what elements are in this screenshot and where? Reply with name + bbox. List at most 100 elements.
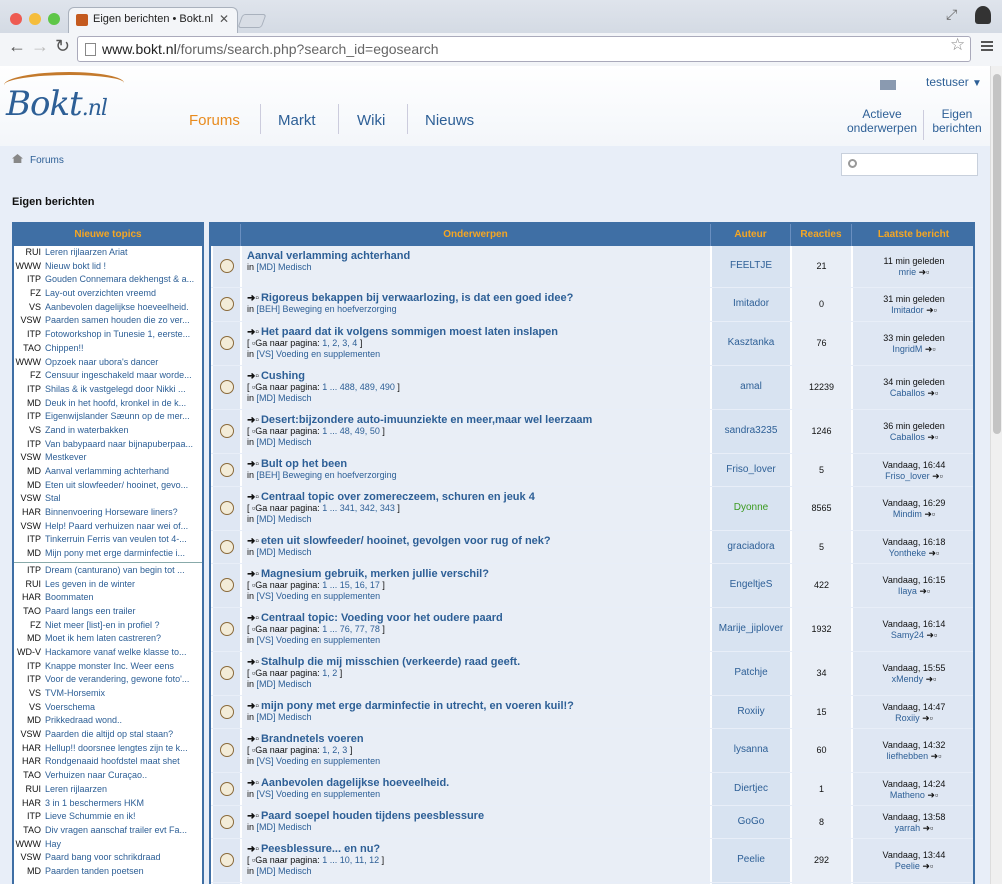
sidebar-item[interactable]: VS Voerschema <box>14 701 202 715</box>
page-scrollbar[interactable] <box>990 66 1002 884</box>
sidebar-item-title[interactable]: Eten uit slowfeeder/ hooinet, gevo... <box>45 480 188 490</box>
sidebar-item[interactable]: VS Aanbevolen dagelijkse hoeveelheid. <box>14 301 202 315</box>
profile-icon[interactable] <box>975 6 991 24</box>
page-links[interactable]: 1, 2 <box>322 668 337 678</box>
sidebar-item[interactable]: TAO Div vragen aanschaf trailer evt Fa... <box>14 824 202 838</box>
sidebar-item-title[interactable]: Eigenwijslander Sæunn op de mer... <box>45 411 190 421</box>
newest-post-icon[interactable]: ➜▫ <box>247 415 259 426</box>
sidebar-item[interactable]: ITP Lieve Schummie en ik! <box>14 810 202 824</box>
sidebar-item-title[interactable]: Stal <box>45 493 61 503</box>
newest-post-icon[interactable]: ➜▫ <box>247 371 259 382</box>
topic-title-link[interactable]: Magnesium gebruik, merken jullie verschi… <box>261 568 489 580</box>
sidebar-item[interactable]: WD-V Hackamore vanaf welke klasse to... <box>14 646 202 660</box>
newest-post-icon[interactable]: ➜▫ <box>247 293 259 304</box>
sidebar-item[interactable]: ITP Fotoworkshop in Tunesie 1, eerste... <box>14 328 202 342</box>
topic-title-link[interactable]: eten uit slowfeeder/ hooinet, gevolgen v… <box>261 535 551 547</box>
author-link[interactable]: sandra3235 <box>710 410 790 453</box>
go-to-post-icon[interactable]: ➜▫ <box>927 388 938 398</box>
nav-nieuws[interactable]: Nieuws <box>425 112 474 129</box>
sidebar-item[interactable]: VSW Paarden samen houden die zo ver... <box>14 314 202 328</box>
last-post-author[interactable]: Samy24 <box>891 630 924 640</box>
sidebar-item-title[interactable]: 3 in 1 beschermers HKM <box>45 798 144 808</box>
author-link[interactable]: Imitador <box>710 288 790 321</box>
author-link[interactable]: FEELTJE <box>710 246 790 287</box>
topic-title-link[interactable]: Cushing <box>261 370 305 382</box>
sidebar-item[interactable]: TAO Verhuizen naar Curaçao.. <box>14 769 202 783</box>
go-to-post-icon[interactable]: ➜▫ <box>919 267 930 277</box>
newest-post-icon[interactable]: ➜▫ <box>247 778 259 789</box>
user-menu[interactable]: testuser ▼ <box>926 75 982 89</box>
sidebar-item[interactable]: ITP Eigenwijslander Sæunn op de mer... <box>14 410 202 424</box>
sidebar-item-title[interactable]: Hellup!! doorsnee lengtes zijn te k... <box>45 743 188 753</box>
topic-title-link[interactable]: Aanval verlamming achterhand <box>247 250 410 262</box>
forum-link[interactable]: [MD] Medisch <box>257 866 312 876</box>
sidebar-item-title[interactable]: Moet ik hem laten castreren? <box>45 633 161 643</box>
page-links[interactable]: 1 ... 488, 489, 490 <box>322 382 395 392</box>
sidebar-item-title[interactable]: Mijn pony met erge darminfectie i... <box>45 548 185 558</box>
sidebar-item-title[interactable]: Rondgenaaid hoofdstel maat shet <box>45 756 180 766</box>
go-to-post-icon[interactable]: ➜▫ <box>924 509 935 519</box>
author-link[interactable]: Diertjec <box>710 773 790 805</box>
sidebar-item-title[interactable]: Voerschema <box>45 702 95 712</box>
sidebar-item[interactable]: WWW Hay <box>14 838 202 852</box>
sidebar-item[interactable]: MD Eten uit slowfeeder/ hooinet, gevo... <box>14 479 202 493</box>
sidebar-item-title[interactable]: Prikkedraad wond.. <box>45 715 122 725</box>
sidebar-item[interactable]: VS Zand in waterbakken <box>14 424 202 438</box>
sidebar-item-title[interactable]: Voor de verandering, gewone foto'... <box>45 674 189 684</box>
go-to-post-icon[interactable]: ➜▫ <box>929 548 940 558</box>
sidebar-item[interactable]: ITP Shilas & ik vastgelegd door Nikki ... <box>14 383 202 397</box>
sidebar-item[interactable]: FZ Censuur ingeschakeld maar worde... <box>14 369 202 383</box>
newest-post-icon[interactable]: ➜▫ <box>247 613 259 624</box>
sidebar-item-title[interactable]: Tinkerruin Ferris van veulen tot 4-... <box>45 534 187 544</box>
sidebar-item-title[interactable]: Help! Paard verhuizen naar wei of... <box>45 521 188 531</box>
sidebar-item[interactable]: VSW Paarden die altijd op stal staan? <box>14 728 202 742</box>
sidebar-item[interactable]: HAR Hellup!! doorsnee lengtes zijn te k..… <box>14 742 202 756</box>
page-links[interactable]: 1, 2, 3, 4 <box>322 338 357 348</box>
sidebar-item[interactable]: VSW Mestkever <box>14 451 202 465</box>
sidebar-item-title[interactable]: Knappe monster Inc. Weer eens <box>45 661 174 671</box>
active-topics-link[interactable]: Actieve onderwerpen <box>847 107 917 135</box>
last-post-author[interactable]: xMendy <box>892 674 924 684</box>
topic-title-link[interactable]: Aanbevolen dagelijkse hoeveelheid. <box>261 777 449 789</box>
newest-post-icon[interactable]: ➜▫ <box>247 459 259 470</box>
sidebar-item-title[interactable]: Censuur ingeschakeld maar worde... <box>45 370 192 380</box>
back-icon[interactable]: ← <box>8 36 26 57</box>
forum-link[interactable]: [VS] Voeding en supplementen <box>257 789 381 799</box>
sidebar-item[interactable]: MD Mijn pony met erge darminfectie i... <box>14 547 202 561</box>
sidebar-item-title[interactable]: Lieve Schummie en ik! <box>45 811 136 821</box>
zoom-window-button[interactable] <box>48 13 60 25</box>
forum-link[interactable]: [MD] Medisch <box>257 514 312 524</box>
sidebar-item-title[interactable]: Deuk in het hoofd, kronkel in de k... <box>45 398 186 408</box>
sidebar-item-title[interactable]: Leren rijlaarzen <box>45 784 107 794</box>
go-to-post-icon[interactable]: ➜▫ <box>922 713 933 723</box>
newest-post-icon[interactable]: ➜▫ <box>247 536 259 547</box>
forum-link[interactable]: [MD] Medisch <box>257 712 312 722</box>
last-post-author[interactable]: yarrah <box>895 823 921 833</box>
page-links[interactable]: 1 ... 48, 49, 50 <box>322 426 380 436</box>
go-to-post-icon[interactable]: ➜▫ <box>926 674 937 684</box>
last-post-author[interactable]: Caballos <box>890 432 925 442</box>
author-link[interactable]: Roxiiy <box>710 696 790 728</box>
last-post-author[interactable]: Caballos <box>890 388 925 398</box>
search-input[interactable] <box>841 153 978 176</box>
sidebar-item-title[interactable]: Leren rijlaarzen Ariat <box>45 247 128 257</box>
close-window-button[interactable] <box>10 13 22 25</box>
newest-post-icon[interactable]: ➜▫ <box>247 811 259 822</box>
sidebar-item-title[interactable]: Hackamore vanaf welke klasse to... <box>45 647 187 657</box>
home-icon[interactable] <box>12 154 23 163</box>
go-to-post-icon[interactable]: ➜▫ <box>927 432 938 442</box>
author-link[interactable]: Kasztanka <box>710 322 790 365</box>
sidebar-item-title[interactable]: Mestkever <box>45 452 87 462</box>
author-link[interactable]: Marije_jiplover <box>710 608 790 651</box>
last-post-author[interactable]: mrie <box>899 267 917 277</box>
sidebar-item[interactable]: ITP Gouden Connemara dekhengst & a... <box>14 273 202 287</box>
sidebar-item-title[interactable]: Van babypaard naar bijnapuberpaa... <box>45 439 193 449</box>
newest-post-icon[interactable]: ➜▫ <box>247 844 259 855</box>
topic-title-link[interactable]: Peesblessure... en nu? <box>261 843 380 855</box>
sidebar-item[interactable]: HAR Binnenvoering Horseware liners? <box>14 506 202 520</box>
address-bar[interactable]: www.bokt.nl/forums/search.php?search_id=… <box>77 36 971 62</box>
nav-forums[interactable]: Forums <box>189 112 240 129</box>
sidebar-item[interactable]: ITP Van babypaard naar bijnapuberpaa... <box>14 438 202 452</box>
topic-title-link[interactable]: mijn pony met erge darminfectie in utrec… <box>261 700 574 712</box>
go-to-post-icon[interactable]: ➜▫ <box>923 823 934 833</box>
